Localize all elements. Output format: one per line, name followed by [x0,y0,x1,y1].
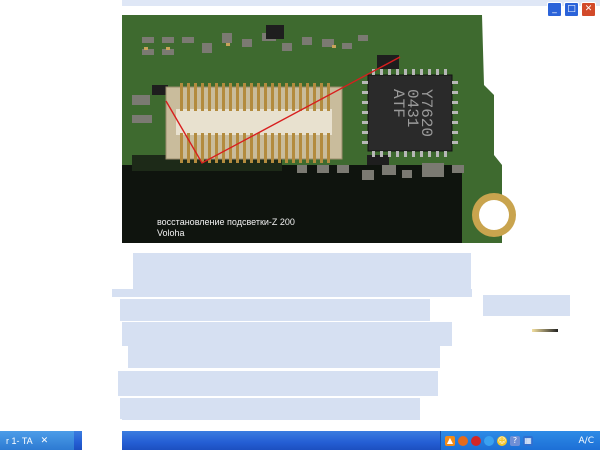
task-close-icon[interactable]: ✕ [41,435,49,446]
blurred-block-5 [122,322,452,346]
firefox-icon[interactable] [458,435,468,446]
pcb-illustration: Y7620 0431 ATF [122,15,528,243]
blurred-block-2 [112,289,472,297]
help-icon[interactable]: ? [510,435,520,446]
close-button[interactable]: ✕ [581,2,596,17]
clock[interactable]: A/C [579,436,594,446]
orange-cone-icon[interactable]: ▲ [445,435,455,446]
maximize-button[interactable]: □ [564,2,579,17]
small-dash-marker [532,329,558,332]
blurred-block-3 [120,299,430,321]
pcb-photo: Y7620 0431 ATF восстановление подсветки-… [122,15,528,243]
chip-marking-line3: ATF [389,89,407,118]
left-blank-panel [0,0,122,240]
blurred-block-4 [483,295,570,316]
blurred-block-6 [128,346,440,368]
blue-globe-icon[interactable] [484,435,494,446]
minimize-button[interactable]: _ [547,2,562,17]
caption-line-2: Voloha [157,228,185,238]
window-controls: _ □ ✕ [547,2,596,17]
taskbar-active-task[interactable]: r 1- TA ✕ [0,431,74,450]
network-icon[interactable]: ▦ [523,435,533,446]
caption-line-1: восстановление подсветки-Z 200 [157,217,295,227]
system-tray: ▲ ☺ ? ▦ A/C [440,431,600,450]
task-label: r 1- TA [6,435,33,446]
red-circle-icon[interactable] [471,435,481,446]
smiley-icon[interactable]: ☺ [497,435,507,446]
blurred-block-7 [118,371,438,396]
photo-caption: восстановление подсветки-Z 200 Voloha [157,217,295,239]
blurred-block-8 [120,398,420,420]
white-overlay-block [82,419,122,450]
blurred-block-1 [133,253,471,290]
